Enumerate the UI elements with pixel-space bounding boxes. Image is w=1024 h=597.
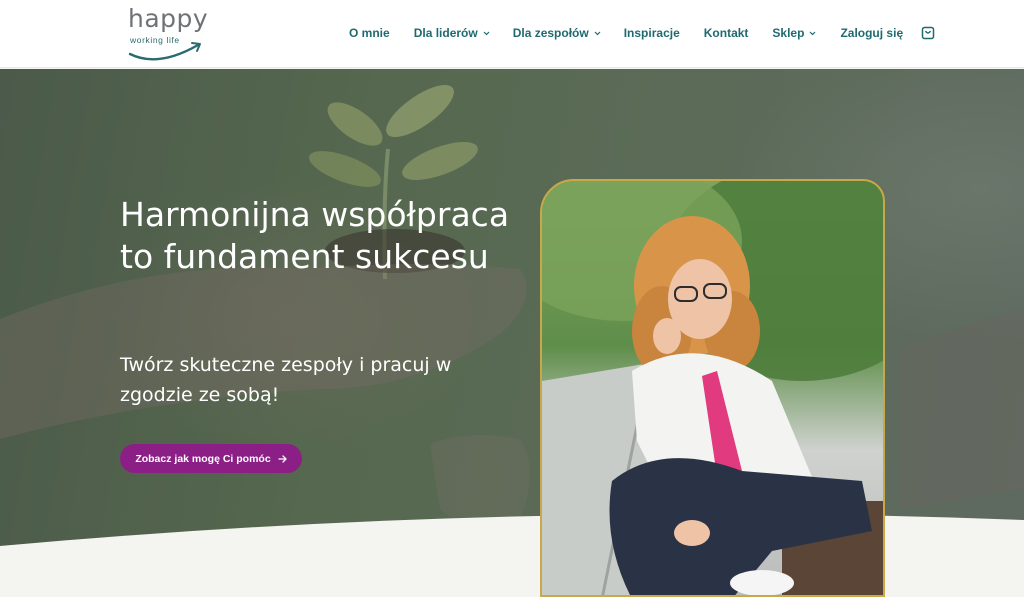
site-header: happy working life O mnie Dla liderów Dl…: [0, 0, 1024, 68]
nav-item-o-mnie[interactable]: O mnie: [349, 26, 390, 40]
cta-button[interactable]: Zobacz jak mogę Ci pomóc: [120, 444, 302, 473]
hero-title: Harmonijna współpraca to fundament sukce…: [120, 195, 510, 276]
main-nav: O mnie Dla liderów Dla zespołów Inspirac…: [349, 24, 935, 42]
nav-item-label: Zaloguj się: [840, 26, 904, 40]
nav-item-label: Inspiracje: [623, 26, 680, 40]
nav-item-kontakt[interactable]: Kontakt: [704, 26, 749, 40]
nav-item-label: O mnie: [349, 26, 390, 40]
nav-item-dla-zespolow[interactable]: Dla zespołów: [513, 26, 601, 40]
chevron-down-icon: [483, 31, 490, 35]
nav-item-sklep[interactable]: Sklep: [772, 26, 816, 40]
logo-swoosh-icon: [128, 42, 201, 61]
portrait-illustration: [542, 181, 883, 595]
arrow-right-icon: [278, 454, 287, 463]
nav-item-inspiracje[interactable]: Inspiracje: [624, 26, 680, 40]
cart-button[interactable]: [921, 26, 935, 40]
chevron-down-icon: [594, 31, 601, 35]
shopping-bag-icon: [921, 26, 935, 40]
hero-subtitle: Twórz skuteczne zespoły i pracuj w zgodz…: [120, 354, 452, 406]
logo-word: happy: [128, 4, 209, 33]
nav-item-label: Dla liderów: [413, 26, 478, 40]
nav-item-label: Kontakt: [703, 26, 749, 40]
nav-item-zaloguj-sie[interactable]: Zaloguj się: [840, 26, 903, 40]
portrait-photo: [540, 179, 885, 597]
cta-label: Zobacz jak mogę Ci pomóc: [135, 452, 271, 465]
chevron-down-icon: [810, 31, 816, 35]
logo[interactable]: happy working life: [128, 4, 228, 64]
nav-item-dla-liderow[interactable]: Dla liderów: [414, 26, 490, 40]
nav-item-label: Dla zespołów: [512, 26, 589, 40]
nav-item-label: Sklep: [772, 26, 805, 40]
